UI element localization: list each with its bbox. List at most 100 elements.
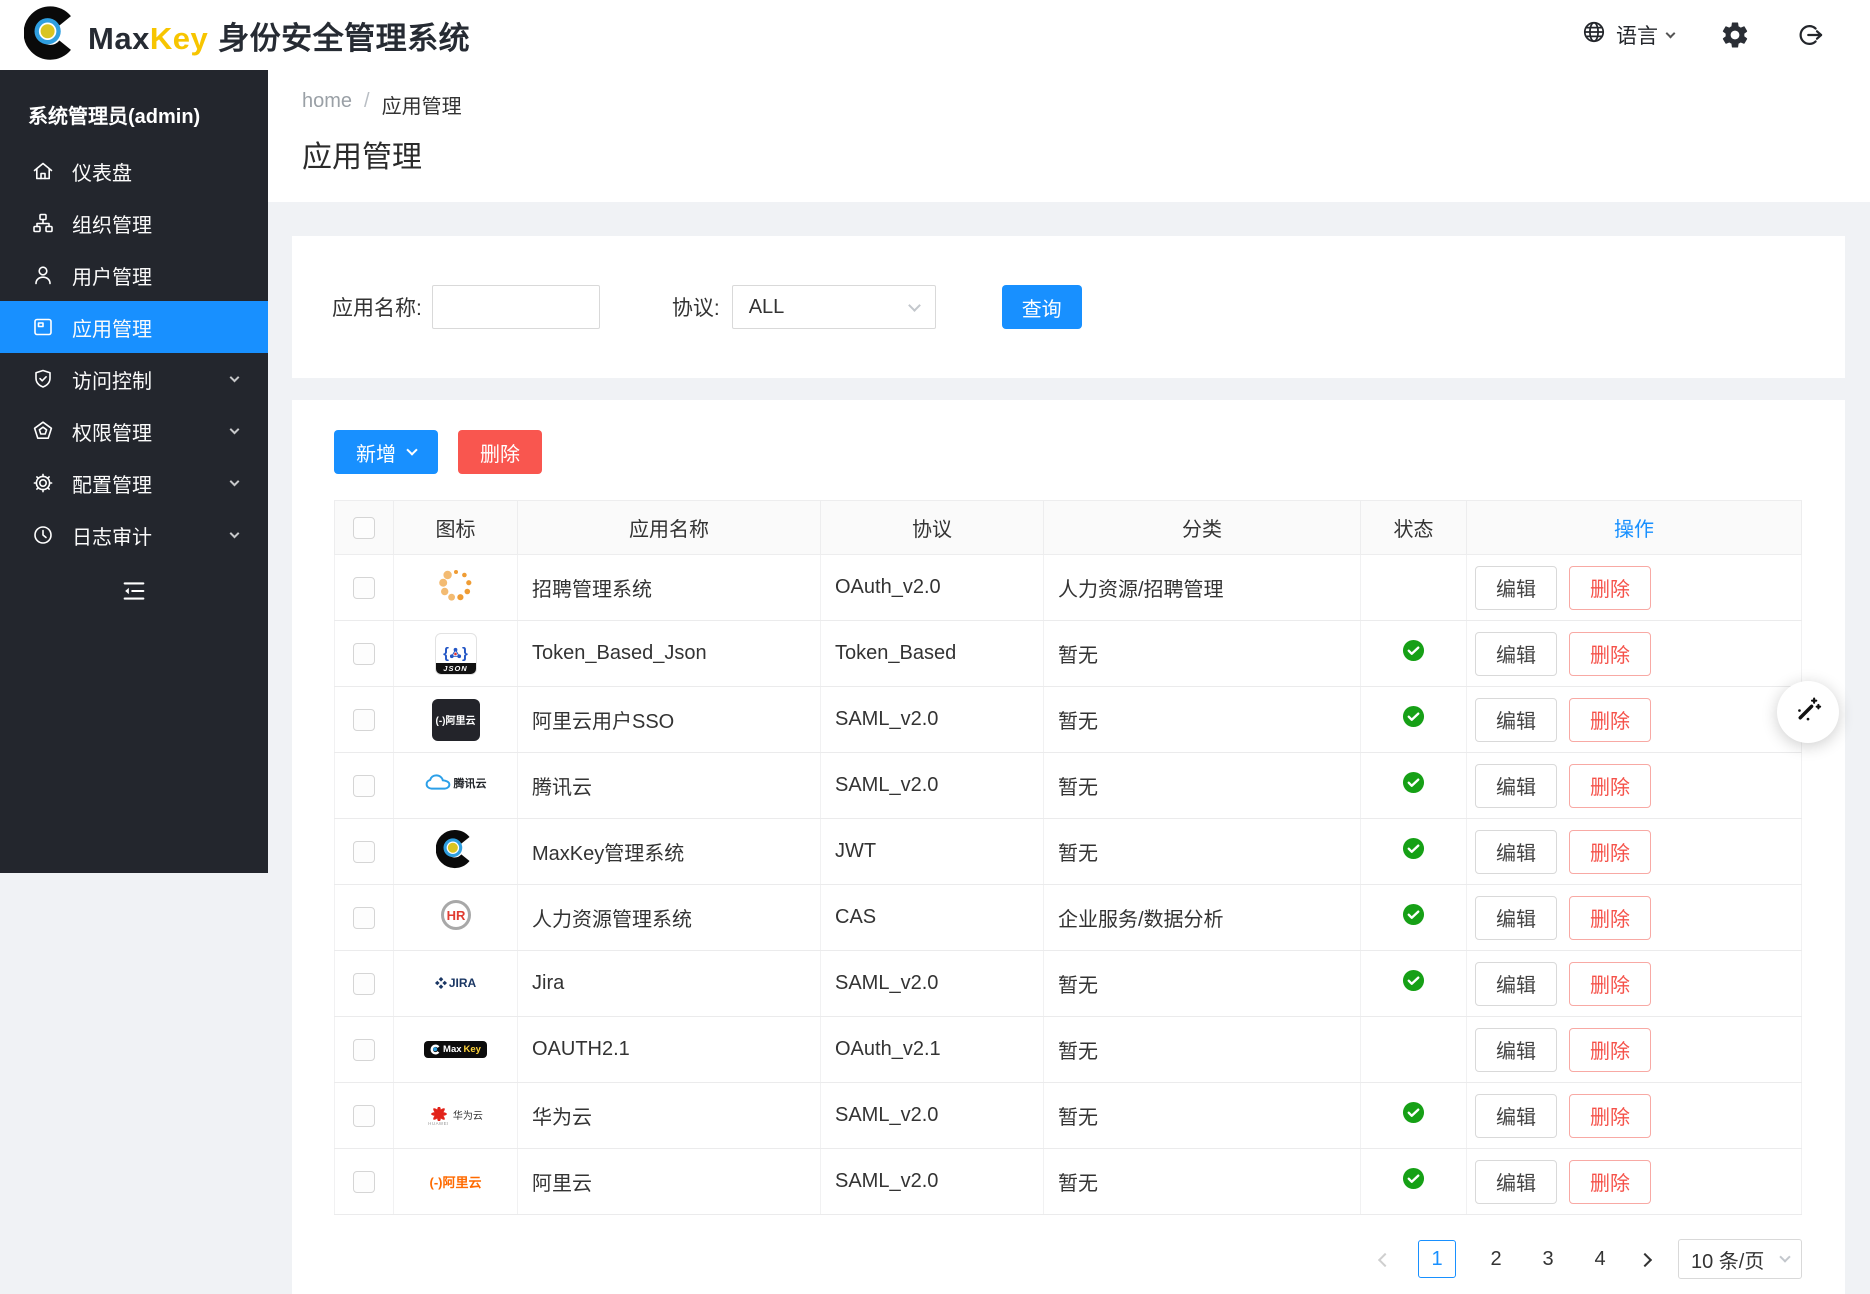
status-active-icon (1402, 645, 1425, 667)
row-checkbox[interactable] (353, 1039, 375, 1061)
delete-button[interactable]: 删除 (1569, 962, 1651, 1006)
protocol-cell: SAML_v2.0 (821, 1083, 1044, 1149)
chevron-down-icon (230, 372, 240, 382)
chevron-down-icon (230, 476, 240, 486)
sidebar-item-用户管理[interactable]: 用户管理 (0, 249, 268, 301)
sidebar-item-应用管理[interactable]: 应用管理 (0, 301, 268, 353)
add-button[interactable]: 新增 (334, 430, 438, 474)
edit-button[interactable]: 编辑 (1475, 764, 1557, 808)
edit-button[interactable]: 编辑 (1475, 1160, 1557, 1204)
app-name-cell: MaxKey管理系统 (518, 819, 821, 885)
edit-button[interactable]: 编辑 (1475, 1028, 1557, 1072)
next-page-button[interactable] (1640, 1248, 1650, 1271)
row-checkbox[interactable] (353, 643, 375, 665)
edit-button[interactable]: 编辑 (1475, 1094, 1557, 1138)
sidebar-collapse-button[interactable] (0, 577, 268, 610)
protocol-cell: CAS (821, 885, 1044, 951)
sidebar-item-label: 仪表盘 (72, 157, 132, 186)
page-button-1[interactable]: 1 (1418, 1240, 1456, 1278)
row-checkbox[interactable] (353, 973, 375, 995)
tencent-cloud-icon: 腾讯云 (425, 773, 487, 792)
jira-logo-icon: JIRA (435, 976, 476, 990)
table-toolbar: 新增 删除 (334, 430, 1802, 474)
protocol-cell: OAuth_v2.0 (821, 555, 1044, 621)
sidebar-item-日志审计[interactable]: 日志审计 (0, 509, 268, 561)
category-cell: 企业服务/数据分析 (1044, 885, 1361, 951)
chevron-down-icon (406, 444, 417, 455)
row-checkbox[interactable] (353, 775, 375, 797)
logout-icon[interactable] (1796, 21, 1824, 49)
edit-button[interactable]: 编辑 (1475, 698, 1557, 742)
breadcrumb-home-link[interactable]: home (302, 90, 352, 119)
delete-button[interactable]: 删除 (1569, 632, 1651, 676)
page-button-4[interactable]: 4 (1588, 1248, 1612, 1271)
app-name-input[interactable] (432, 285, 600, 329)
maxkey-logo-icon (24, 5, 80, 66)
delete-button[interactable]: 删除 (1569, 1160, 1651, 1204)
protocol-cell: SAML_v2.0 (821, 1149, 1044, 1215)
edit-button[interactable]: 编辑 (1475, 896, 1557, 940)
language-menu[interactable]: 语言 (1581, 19, 1674, 51)
protocol-cell: OAuth_v2.1 (821, 1017, 1044, 1083)
row-checkbox[interactable] (353, 907, 375, 929)
delete-button[interactable]: 删除 (1569, 764, 1651, 808)
sidebar: 系统管理员(admin) 仪表盘组织管理用户管理应用管理访问控制权限管理配置管理… (0, 70, 268, 873)
organization-icon (30, 210, 56, 236)
chevron-down-icon (1666, 28, 1676, 38)
config-icon (30, 470, 56, 496)
row-checkbox[interactable] (353, 841, 375, 863)
delete-button[interactable]: 删除 (1569, 896, 1651, 940)
sidebar-item-label: 组织管理 (72, 209, 152, 238)
status-active-icon (1402, 1173, 1425, 1195)
row-checkbox[interactable] (353, 1105, 375, 1127)
delete-button[interactable]: 删除 (1569, 566, 1651, 610)
bulk-delete-button[interactable]: 删除 (458, 430, 542, 474)
delete-button[interactable]: 删除 (1569, 830, 1651, 874)
apps-panel: 新增 删除 图标 应用名称 协议 分类 状态 (292, 400, 1845, 1294)
app-name-cell: Jira (518, 951, 821, 1017)
table-row: MaxKey管理系统JWT暂无编辑删除 (335, 819, 1802, 885)
row-checkbox[interactable] (353, 1171, 375, 1193)
header-actions: 语言 (1581, 19, 1824, 51)
sidebar-item-组织管理[interactable]: 组织管理 (0, 197, 268, 249)
edit-button[interactable]: 编辑 (1475, 566, 1557, 610)
settings-gear-icon[interactable] (1720, 20, 1750, 50)
select-all-checkbox[interactable] (353, 517, 375, 539)
category-cell: 暂无 (1044, 753, 1361, 819)
table-row: (-)阿里云阿里云SAML_v2.0暂无编辑删除 (335, 1149, 1802, 1215)
edit-button[interactable]: 编辑 (1475, 632, 1557, 676)
sidebar-item-label: 访问控制 (72, 365, 152, 394)
status-active-icon (1402, 777, 1425, 799)
row-checkbox[interactable] (353, 577, 375, 599)
menu-fold-icon (120, 577, 148, 610)
brand: MaxKey身份安全管理系统 (24, 5, 470, 66)
floating-wand-button[interactable] (1777, 681, 1839, 743)
query-button[interactable]: 查询 (1002, 285, 1082, 329)
page-button-2[interactable]: 2 (1484, 1248, 1508, 1271)
page-button-3[interactable]: 3 (1536, 1248, 1560, 1271)
protocol-select[interactable]: ALL (732, 285, 936, 329)
app-name-label: 应用名称: (332, 292, 422, 322)
app-name-cell: 阿里云用户SSO (518, 687, 821, 753)
sidebar-item-配置管理[interactable]: 配置管理 (0, 457, 268, 509)
delete-button[interactable]: 删除 (1569, 1028, 1651, 1072)
chevron-down-icon (908, 299, 921, 312)
delete-button[interactable]: 删除 (1569, 698, 1651, 742)
sidebar-item-label: 权限管理 (72, 417, 152, 446)
page-header: home / 应用管理 应用管理 (268, 70, 1870, 202)
edit-button[interactable]: 编辑 (1475, 962, 1557, 1006)
page-size-select[interactable]: 10 条/页 (1678, 1239, 1802, 1279)
delete-button[interactable]: 删除 (1569, 1094, 1651, 1138)
table-row: 腾讯云腾讯云SAML_v2.0暂无编辑删除 (335, 753, 1802, 819)
col-header-name: 应用名称 (518, 501, 821, 555)
sidebar-item-权限管理[interactable]: 权限管理 (0, 405, 268, 457)
sidebar-item-仪表盘[interactable]: 仪表盘 (0, 145, 268, 197)
row-checkbox[interactable] (353, 709, 375, 731)
edit-button[interactable]: 编辑 (1475, 830, 1557, 874)
status-active-icon (1402, 1107, 1425, 1129)
table-row: {}JSONToken_Based_JsonToken_Based暂无编辑删除 (335, 621, 1802, 687)
sidebar-item-label: 配置管理 (72, 469, 152, 498)
sidebar-item-访问控制[interactable]: 访问控制 (0, 353, 268, 405)
prev-page-button[interactable] (1380, 1248, 1390, 1271)
breadcrumb-current: 应用管理 (382, 90, 462, 119)
